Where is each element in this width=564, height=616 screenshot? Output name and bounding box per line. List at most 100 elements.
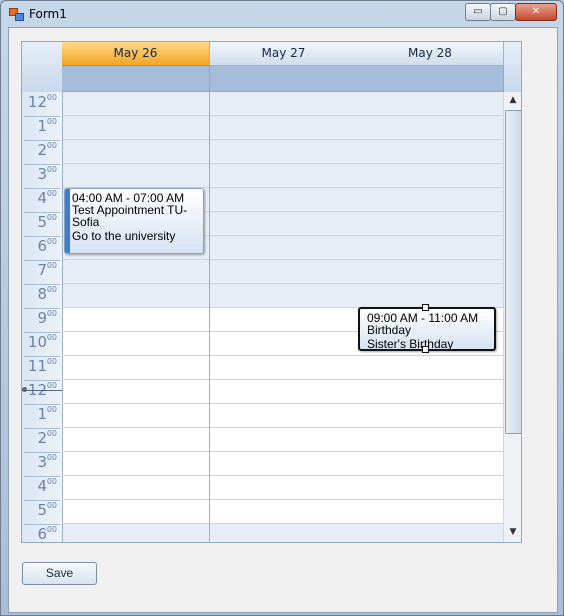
time-label-minutes: 00	[46, 285, 57, 294]
time-slot[interactable]	[357, 260, 503, 284]
time-label-minutes: 00	[46, 309, 57, 318]
time-slot[interactable]	[62, 356, 209, 380]
resize-handle-top[interactable]	[422, 304, 429, 311]
header-scroll-filler	[503, 42, 521, 92]
all-day-area-2[interactable]	[210, 66, 358, 92]
time-label: 12 00	[24, 380, 60, 405]
time-label-minutes: 00	[46, 357, 57, 366]
time-slot[interactable]	[210, 188, 357, 212]
time-slot[interactable]	[357, 452, 503, 476]
time-slot[interactable]	[210, 452, 357, 476]
scroll-down-button[interactable]: ▼	[504, 524, 521, 540]
time-label-minutes: 00	[46, 213, 57, 222]
time-slot[interactable]	[62, 284, 209, 308]
time-slot[interactable]	[357, 356, 503, 380]
time-label: 5 00	[24, 500, 60, 525]
time-slot[interactable]	[357, 428, 503, 452]
time-slot[interactable]	[210, 140, 357, 164]
time-slot[interactable]	[62, 452, 209, 476]
time-slot[interactable]	[357, 92, 503, 116]
time-label-minutes: 00	[46, 261, 57, 270]
time-slot[interactable]	[357, 380, 503, 404]
time-label-minutes: 00	[46, 333, 57, 342]
all-day-area-3[interactable]	[357, 66, 504, 92]
scroll-thumb[interactable]	[505, 110, 521, 434]
time-label-minutes: 00	[46, 381, 57, 390]
time-label: 8 00	[24, 284, 60, 309]
day-header-1[interactable]: May 26	[62, 42, 210, 66]
time-slot[interactable]	[62, 524, 209, 542]
time-slot[interactable]	[62, 500, 209, 524]
maximize-button[interactable]: ▢	[490, 3, 516, 21]
time-slot[interactable]	[210, 356, 357, 380]
time-slot[interactable]	[210, 236, 357, 260]
day-header-3[interactable]: May 28	[357, 42, 504, 66]
day-column-1[interactable]	[61, 92, 210, 542]
current-time-marker	[22, 387, 27, 392]
save-button[interactable]: Save	[22, 562, 97, 585]
time-slot[interactable]	[357, 236, 503, 260]
time-slot[interactable]	[210, 212, 357, 236]
time-label: 5 00	[24, 212, 60, 237]
resize-handle-bottom[interactable]	[422, 346, 429, 353]
time-slot[interactable]	[357, 476, 503, 500]
time-slot[interactable]	[357, 164, 503, 188]
time-slot[interactable]	[62, 380, 209, 404]
time-slot[interactable]	[210, 284, 357, 308]
time-slot[interactable]	[62, 476, 209, 500]
appointment-2[interactable]: 09:00 AM - 11:00 AM Birthday Sister's Birt…	[358, 307, 496, 351]
time-slot[interactable]	[357, 284, 503, 308]
minimize-button[interactable]: ▭	[465, 3, 491, 21]
time-slot[interactable]	[357, 404, 503, 428]
time-label: 7 00	[24, 260, 60, 285]
time-label-minutes: 00	[46, 165, 57, 174]
scroll-up-button[interactable]: ▲	[504, 92, 521, 108]
time-slot[interactable]	[210, 476, 357, 500]
all-day-area-1[interactable]	[62, 66, 210, 92]
time-slot[interactable]	[357, 212, 503, 236]
time-slot[interactable]	[357, 188, 503, 212]
time-label: 1 00	[24, 404, 60, 429]
time-slot[interactable]	[357, 140, 503, 164]
time-label-hour: 7	[37, 261, 47, 279]
time-slot[interactable]	[357, 116, 503, 140]
time-slot[interactable]	[210, 500, 357, 524]
day-header-2[interactable]: May 27	[210, 42, 358, 66]
time-slot[interactable]	[357, 500, 503, 524]
time-slot[interactable]	[62, 116, 209, 140]
time-slot[interactable]	[210, 404, 357, 428]
vertical-scrollbar[interactable]: ▲ ▼	[503, 92, 521, 542]
scheduler[interactable]: 04:00 AM - 07:00 AM Test Appointment TU-S…	[21, 41, 522, 543]
time-label: 1 00	[24, 116, 60, 141]
time-slot[interactable]	[210, 92, 357, 116]
time-slot[interactable]	[210, 116, 357, 140]
appointment-1[interactable]: 04:00 AM - 07:00 AM Test Appointment TU-S…	[64, 188, 204, 254]
time-slot[interactable]	[210, 260, 357, 284]
time-slot[interactable]	[210, 428, 357, 452]
time-label: 11 00	[24, 356, 60, 381]
time-slot[interactable]	[62, 428, 209, 452]
time-slot[interactable]	[210, 164, 357, 188]
time-label-hour: 6	[37, 237, 47, 255]
time-label-minutes: 00	[46, 405, 57, 414]
time-slot[interactable]	[62, 332, 209, 356]
time-label-hour: 11	[27, 357, 47, 375]
time-slot[interactable]	[210, 380, 357, 404]
time-slot[interactable]	[357, 524, 503, 542]
day-column-2[interactable]	[210, 92, 358, 542]
time-slot[interactable]	[62, 164, 209, 188]
time-slot[interactable]	[210, 332, 357, 356]
time-slot[interactable]	[62, 404, 209, 428]
time-slot[interactable]	[62, 92, 209, 116]
time-slot[interactable]	[62, 260, 209, 284]
appointment-subject: Birthday	[367, 323, 412, 337]
close-button[interactable]: ✕	[515, 3, 557, 21]
time-label: 4 00	[24, 188, 60, 213]
time-slot[interactable]	[210, 308, 357, 332]
time-slot[interactable]	[62, 140, 209, 164]
time-slot[interactable]	[210, 524, 357, 542]
title-bar[interactable]: Form1 ▭ ▢ ✕	[1, 1, 563, 27]
time-label: 12 00	[24, 92, 60, 117]
window-title: Form1	[29, 7, 67, 21]
time-slot[interactable]	[62, 308, 209, 332]
